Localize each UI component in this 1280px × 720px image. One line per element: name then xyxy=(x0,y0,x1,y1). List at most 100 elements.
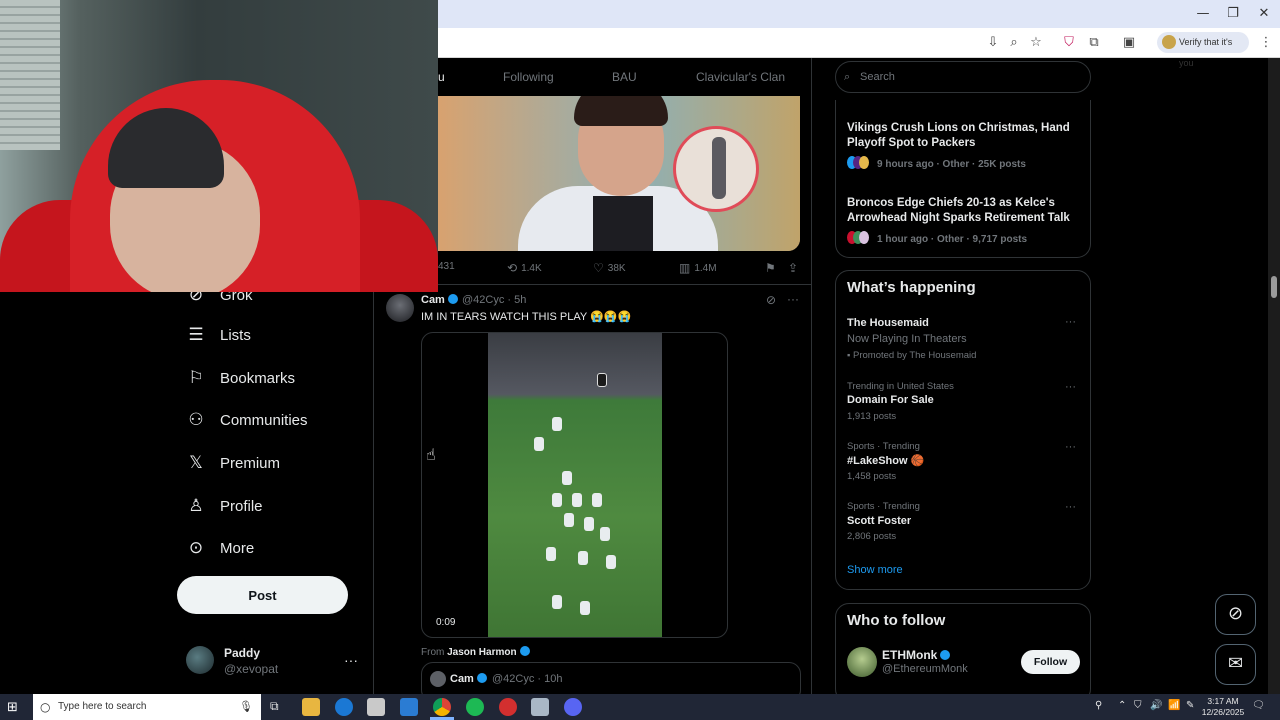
post-author-name[interactable]: Cam xyxy=(421,294,461,306)
verify-label: Verify that it's you xyxy=(1179,37,1233,68)
post-button[interactable]: Post xyxy=(177,576,348,614)
search-input[interactable]: ⌕ Search xyxy=(835,61,1091,93)
like-button[interactable]: ♡ 38K xyxy=(593,261,626,275)
suggested-account-handle[interactable]: @EthereumMonk xyxy=(882,663,968,675)
sidebar-item-label: Communities xyxy=(220,411,308,429)
minimize-button[interactable]: — xyxy=(1188,4,1218,24)
trend-name[interactable]: The Housemaid xyxy=(847,317,929,329)
post-more-icon[interactable]: ··· xyxy=(787,292,799,306)
avatar[interactable] xyxy=(386,294,414,322)
spotify-icon[interactable] xyxy=(466,698,484,716)
messages-fab-icon[interactable]: ✉ xyxy=(1215,644,1256,685)
zoom-icon[interactable]: ⌕ xyxy=(1005,34,1023,52)
verify-identity-button[interactable]: Verify that it's you xyxy=(1157,32,1249,68)
extensions-icon[interactable]: ⧉ xyxy=(1085,34,1103,52)
trend-name[interactable]: #LakeShow 🏀 xyxy=(847,454,924,467)
trend-more-icon[interactable]: ··· xyxy=(1065,441,1076,453)
app-icon[interactable] xyxy=(531,698,549,716)
account-more-icon[interactable]: ··· xyxy=(344,652,358,668)
account-name[interactable]: Paddy xyxy=(224,646,260,660)
grok-fab-icon[interactable]: ⊘ xyxy=(1215,594,1256,635)
from-name: Jason Harmon xyxy=(447,647,517,658)
file-explorer-icon[interactable] xyxy=(302,698,320,716)
video-source-line[interactable]: From Jason Harmon xyxy=(421,646,533,658)
search-placeholder: Search xyxy=(860,71,895,83)
windows-start-icon[interactable]: ⊞ xyxy=(7,700,18,715)
close-window-button[interactable]: ✕ xyxy=(1249,4,1279,24)
news-item[interactable]: Vikings Crush Lions on Christmas, Hand P… xyxy=(847,121,1082,172)
install-app-icon[interactable]: ⇩ xyxy=(984,34,1002,52)
grok-explain-icon[interactable]: ⊘ xyxy=(766,293,776,307)
views-button[interactable]: ▥ 1.4M xyxy=(679,261,717,275)
handle-text: @42Cyc xyxy=(462,294,505,306)
news-item[interactable]: Broncos Edge Chiefs 20-13 as Kelce's Arr… xyxy=(847,196,1082,247)
trend-more-icon[interactable]: ··· xyxy=(1065,381,1076,393)
avatar[interactable] xyxy=(847,647,877,677)
clock-date[interactable]: 12/26/2025 xyxy=(1200,707,1246,717)
pen-icon[interactable]: ✎ xyxy=(1186,700,1194,711)
scrollbar-thumb[interactable] xyxy=(1271,276,1277,298)
news-meta: 9 hours ago · Other · 25K posts xyxy=(877,159,1026,170)
post-author-handle[interactable]: @42Cyc · 5h xyxy=(462,294,526,306)
restore-button[interactable]: ❐ xyxy=(1218,4,1248,24)
post-image[interactable] xyxy=(438,96,800,251)
taskbar-search-input[interactable]: ○ Type here to search 🎙 xyxy=(33,694,261,720)
tab-for-you[interactable]: u xyxy=(438,70,445,84)
account-handle[interactable]: @xevopat xyxy=(224,662,278,676)
repost-icon: ⟲ xyxy=(507,261,518,275)
verified-badge-icon xyxy=(519,646,530,656)
account-avatar[interactable] xyxy=(186,646,214,674)
mail-icon[interactable] xyxy=(400,698,418,716)
discord-icon[interactable] xyxy=(564,698,582,716)
network-icon[interactable]: 📶 xyxy=(1168,700,1180,711)
page-scrollbar[interactable] xyxy=(1268,58,1280,694)
sidebar-item-communities[interactable]: ⚇ Communities xyxy=(186,405,308,435)
heart-icon: ♡ xyxy=(593,261,604,275)
sidebar-item-lists[interactable]: ☰ Lists xyxy=(186,320,250,350)
people-icon[interactable]: ⚲ xyxy=(1095,700,1102,711)
sidebar-item-bookmarks[interactable]: ⚐ Bookmarks xyxy=(186,363,295,393)
notifications-icon[interactable]: 🗨 xyxy=(1252,700,1265,711)
clock-time[interactable]: 3:17 AM xyxy=(1203,696,1243,706)
sidebar-item-profile[interactable]: ♙ Profile xyxy=(186,491,263,521)
store-icon[interactable] xyxy=(367,698,385,716)
edge-icon[interactable] xyxy=(335,698,353,716)
bookmark-post-button[interactable]: ⚑ xyxy=(765,261,780,275)
trend-count: 2,806 posts xyxy=(847,531,897,542)
browser-menu-icon[interactable]: ⋮ xyxy=(1257,34,1275,52)
views-chart-icon: ▥ xyxy=(679,261,691,275)
microphone-icon[interactable]: 🎙 xyxy=(239,694,253,720)
extension-shield-icon[interactable]: ⛉ xyxy=(1060,34,1078,52)
tab-bau[interactable]: BAU xyxy=(612,70,637,84)
verified-badge-icon xyxy=(476,673,487,683)
trend-name[interactable]: Scott Foster xyxy=(847,515,911,527)
profile-avatar-icon xyxy=(1162,35,1176,49)
suggested-account-name[interactable]: ETHMonk xyxy=(882,648,953,662)
task-view-icon[interactable]: ⧉ xyxy=(270,699,279,714)
repost-button[interactable]: ⟲ 1.4K xyxy=(507,261,542,275)
split-view-icon[interactable]: ▣ xyxy=(1120,34,1138,52)
bookmark-icon: ⚑ xyxy=(765,261,776,275)
tab-following[interactable]: Following xyxy=(503,70,554,84)
trend-more-icon[interactable]: ··· xyxy=(1065,501,1076,513)
follow-button[interactable]: Follow xyxy=(1021,650,1080,674)
show-more-link[interactable]: Show more xyxy=(847,564,903,576)
repost-count: 1.4K xyxy=(521,262,542,274)
news-meta-row: 9 hours ago · Other · 25K posts xyxy=(847,156,1082,172)
tab-clavicular-clan[interactable]: Clavicular's Clan xyxy=(696,70,785,84)
recorder-icon[interactable] xyxy=(499,698,517,716)
share-button[interactable]: ⇪ xyxy=(788,261,802,275)
sidebar-item-premium[interactable]: 𝕏 Premium xyxy=(186,448,280,478)
trend-count: 1,458 posts xyxy=(847,471,897,482)
trend-more-icon[interactable]: ··· xyxy=(1065,316,1076,328)
post-video[interactable] xyxy=(421,332,728,638)
chrome-icon[interactable] xyxy=(433,698,451,716)
volume-icon[interactable]: 🔊 xyxy=(1150,700,1162,711)
sidebar-item-more[interactable]: ⊙ More xyxy=(186,533,254,563)
tray-chevron-icon[interactable]: ⌃ xyxy=(1118,700,1126,711)
antivirus-icon[interactable]: ⛉ xyxy=(1134,700,1142,711)
trend-name[interactable]: Domain For Sale xyxy=(847,394,934,406)
sidebar-item-label: Profile xyxy=(220,497,263,515)
bookmark-star-icon[interactable]: ☆ xyxy=(1027,34,1045,52)
reply-button[interactable]: 431 xyxy=(438,261,455,272)
